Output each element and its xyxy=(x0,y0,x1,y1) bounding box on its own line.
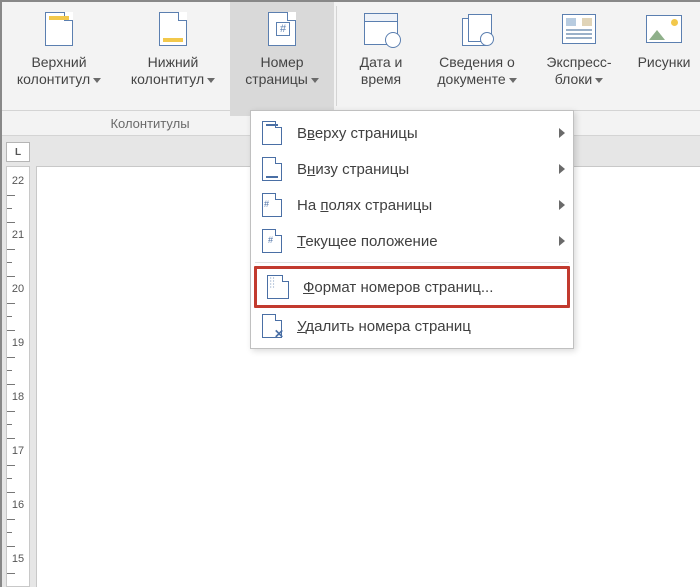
menu-current-position[interactable]: # Текущее положение xyxy=(251,223,573,259)
ruler-number: 21 xyxy=(7,229,29,241)
highlighted-frame: ∷∷ Формат номеров страниц... xyxy=(254,266,570,308)
menu-remove-page-numbers[interactable]: ✕ Удалить номера страниц xyxy=(251,308,573,344)
document-info-icon xyxy=(458,10,496,48)
quick-parts-button[interactable]: Экспресс-блоки xyxy=(531,2,627,116)
ruler-number: 17 xyxy=(7,445,29,457)
ribbon-toolbar: Верхнийколонтитул Нижнийколонтитул # Ном… xyxy=(2,2,700,111)
footer-icon xyxy=(154,10,192,48)
submenu-arrow-icon xyxy=(559,236,565,246)
chevron-down-icon xyxy=(311,78,319,83)
ruler-number: 18 xyxy=(7,391,29,403)
quick-parts-icon xyxy=(560,10,598,48)
page-number-button[interactable]: # Номерстраницы xyxy=(230,2,334,116)
page-margins-icon: # xyxy=(259,193,285,217)
chevron-down-icon xyxy=(509,78,517,83)
menu-bottom-of-page[interactable]: Внизу страницы xyxy=(251,151,573,187)
footer-button[interactable]: Нижнийколонтитул xyxy=(116,2,230,116)
page-number-menu: Вверху страницы Внизу страницы # На поля… xyxy=(250,110,574,349)
ruler-number: 15 xyxy=(7,553,29,565)
chevron-down-icon xyxy=(207,78,215,83)
remove-numbers-icon: ✕ xyxy=(259,314,285,338)
ruler-number: 22 xyxy=(7,175,29,187)
ruler-number: 20 xyxy=(7,283,29,295)
date-time-button[interactable]: Дата ивремя xyxy=(339,2,423,116)
menu-separator xyxy=(255,262,569,263)
submenu-arrow-icon xyxy=(559,164,565,174)
header-icon xyxy=(40,10,78,48)
calendar-clock-icon xyxy=(362,10,400,48)
submenu-arrow-icon xyxy=(559,200,565,210)
chevron-down-icon xyxy=(93,78,101,83)
ruler-corner: L xyxy=(6,142,30,162)
submenu-arrow-icon xyxy=(559,128,565,138)
format-numbers-icon: ∷∷ xyxy=(265,275,291,299)
pictures-button[interactable]: Рисунки xyxy=(627,2,700,116)
page-number-icon: # xyxy=(263,10,301,48)
page-top-icon xyxy=(259,121,285,145)
menu-top-of-page[interactable]: Вверху страницы xyxy=(251,115,573,151)
header-button[interactable]: Верхнийколонтитул xyxy=(2,2,116,116)
ruler-number: 16 xyxy=(7,499,29,511)
vertical-ruler[interactable]: 22 21 20 19 18 17 16 15 xyxy=(6,166,30,587)
page-current-icon: # xyxy=(259,229,285,253)
chevron-down-icon xyxy=(595,78,603,83)
document-info-button[interactable]: Сведения одокументе xyxy=(423,2,531,116)
separator xyxy=(336,6,337,106)
page-bottom-icon xyxy=(259,157,285,181)
menu-format-page-numbers[interactable]: ∷∷ Формат номеров страниц... xyxy=(257,269,567,305)
ruler-number: 19 xyxy=(7,337,29,349)
pictures-icon xyxy=(645,10,683,48)
menu-page-margins[interactable]: # На полях страницы xyxy=(251,187,573,223)
